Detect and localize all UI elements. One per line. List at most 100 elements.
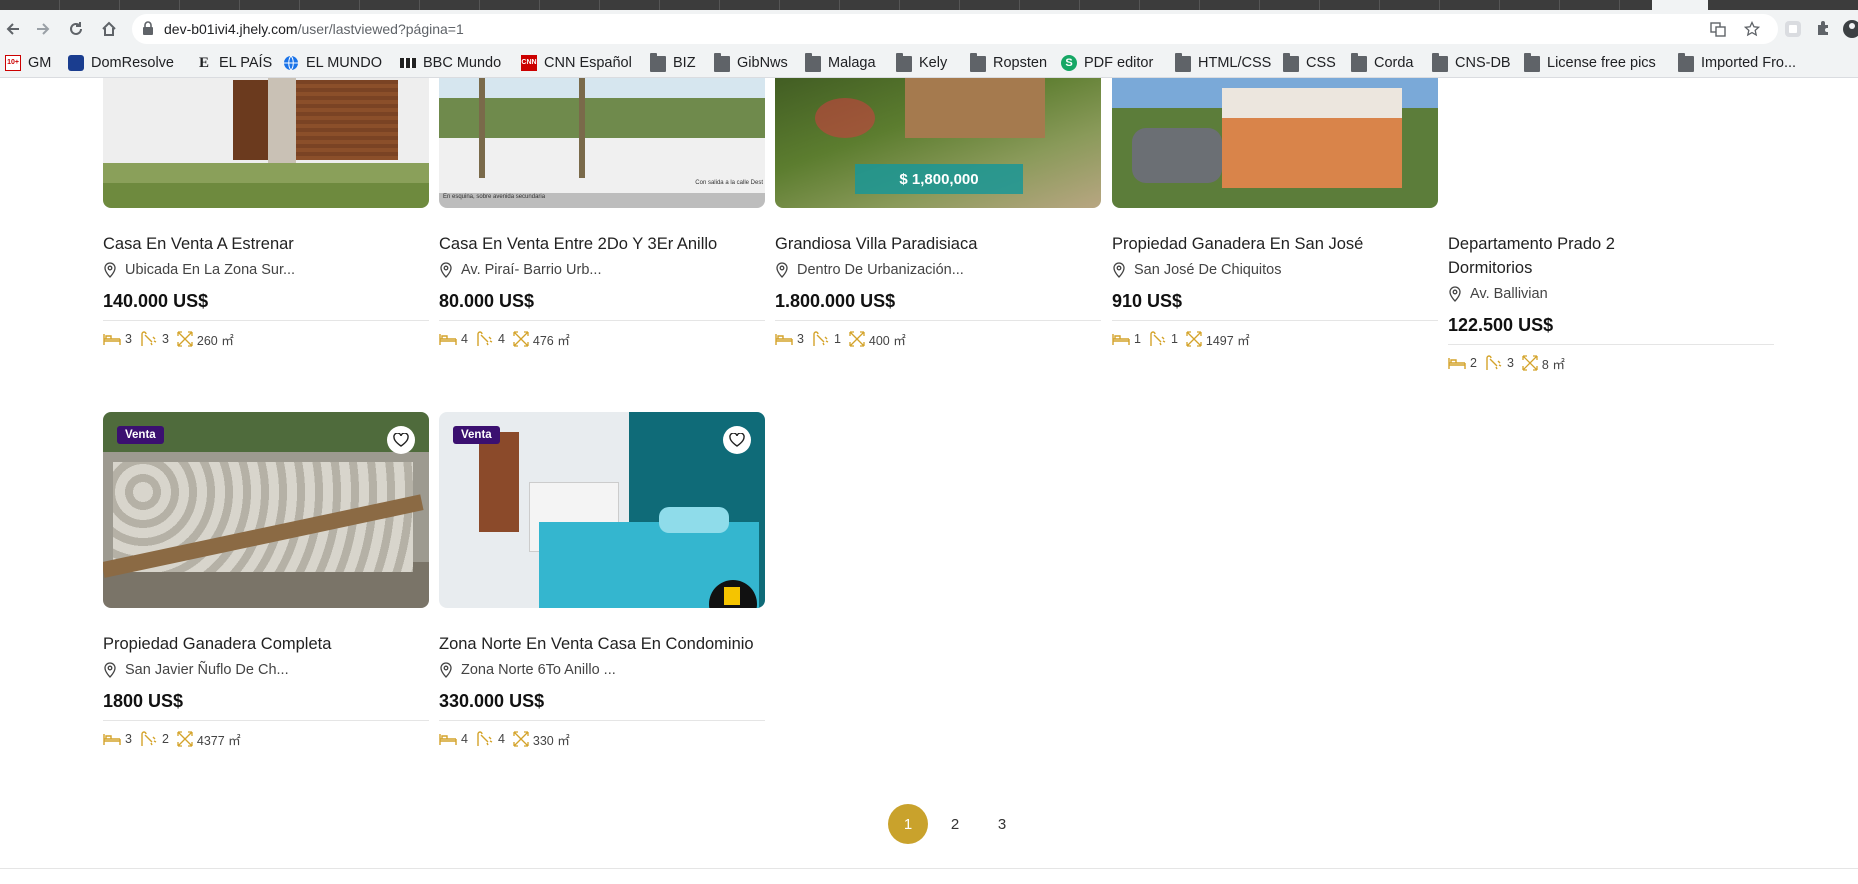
bookmark-html-css[interactable]: HTML/CSS xyxy=(1175,53,1271,73)
browser-tab[interactable] xyxy=(780,0,840,10)
bookmark-ropsten[interactable]: Ropsten xyxy=(970,53,1047,73)
browser-tab[interactable] xyxy=(360,0,420,10)
listing-features: 1 1 1497 ㎡ xyxy=(1112,329,1438,349)
bookmark-elpais[interactable]: E EL PAÍS xyxy=(196,53,272,73)
listing-card[interactable]: Propiedad Ganadera En San José San José … xyxy=(1112,78,1438,349)
bookmark-label: GM xyxy=(28,55,52,71)
area-value: 330 ㎡ xyxy=(532,733,570,748)
browser-tab[interactable] xyxy=(840,0,900,10)
bookmark-imported[interactable]: Imported Fro... xyxy=(1678,53,1796,73)
browser-tab[interactable] xyxy=(420,0,480,10)
bookmark-gm[interactable]: 10+ GM xyxy=(5,53,51,73)
feature-baths: 3 xyxy=(140,331,169,347)
browser-tab[interactable] xyxy=(1020,0,1080,10)
browser-tab[interactable] xyxy=(960,0,1020,10)
bookmark-cns-db[interactable]: CNS-DB xyxy=(1432,53,1511,73)
listing-title[interactable]: Zona Norte En Venta Casa En Condominio xyxy=(439,632,765,656)
bookmark-pdf-editor[interactable]: S PDF editor xyxy=(1061,53,1153,73)
bookmark-gibnws[interactable]: GibNws xyxy=(714,53,788,73)
listing-image[interactable]: $ 1,800,000 xyxy=(775,78,1101,208)
bookmark-cnn[interactable]: CNN CNN Español xyxy=(521,53,632,73)
pdf-editor-icon: S xyxy=(1061,55,1077,71)
bookmark-kely[interactable]: Kely xyxy=(896,53,947,73)
browser-tab[interactable] xyxy=(240,0,300,10)
address-bar[interactable]: dev-b01ivi4.jhely.com/user/lastviewed?pá… xyxy=(132,14,1778,44)
browser-tab[interactable] xyxy=(120,0,180,10)
bookmark-css[interactable]: CSS xyxy=(1283,53,1336,73)
browser-tab[interactable] xyxy=(0,0,60,10)
listing-card[interactable]: Casa En Venta A Estrenar Ubicada En La Z… xyxy=(103,78,429,349)
listing-title[interactable]: Casa En Venta A Estrenar xyxy=(103,232,429,256)
feature-area: 1497 ㎡ xyxy=(1186,330,1250,349)
listing-card[interactable]: Venta Propiedad Ganadera Completa San Ja… xyxy=(103,412,429,749)
bookmark-label: Malaga xyxy=(828,55,876,71)
browser-tab-active[interactable] xyxy=(1652,0,1708,10)
bookmark-malaga[interactable]: Malaga xyxy=(805,53,876,73)
favorite-button[interactable] xyxy=(387,426,415,454)
browser-tab[interactable] xyxy=(1200,0,1260,10)
bookmark-license-free-pics[interactable]: License free pics xyxy=(1524,53,1656,73)
browser-tab[interactable] xyxy=(180,0,240,10)
listing-location: San Javier Ñuflo De Ch... xyxy=(103,660,429,680)
listing-card[interactable]: En esquina, sobre avenida secundaria Con… xyxy=(439,78,765,349)
browser-tab[interactable] xyxy=(1080,0,1140,10)
listing-image[interactable] xyxy=(1448,78,1774,208)
browser-tab[interactable] xyxy=(1140,0,1200,10)
browser-tab[interactable] xyxy=(1500,0,1560,10)
listing-title[interactable]: Grandiosa Villa Paradisiaca xyxy=(775,232,1101,256)
domresolve-icon xyxy=(68,55,84,71)
extension-icon[interactable] xyxy=(1783,19,1803,39)
browser-tab[interactable] xyxy=(60,0,120,10)
listing-features: 3 1 400 ㎡ xyxy=(775,329,1101,349)
browser-tab[interactable] xyxy=(720,0,780,10)
home-button[interactable] xyxy=(96,16,122,42)
bookmark-label: Ropsten xyxy=(993,55,1048,71)
listing-card[interactable]: $ 1,800,000 Grandiosa Villa Paradisiaca … xyxy=(775,78,1101,349)
listing-title[interactable]: Propiedad Ganadera En San José xyxy=(1112,232,1438,256)
browser-tab[interactable] xyxy=(300,0,360,10)
listing-title[interactable]: Propiedad Ganadera Completa xyxy=(103,632,429,656)
translate-icon[interactable] xyxy=(1710,21,1726,37)
listing-title[interactable]: Casa En Venta Entre 2Do Y 3Er Anillo xyxy=(439,232,765,256)
back-button[interactable] xyxy=(0,16,26,42)
browser-tab[interactable] xyxy=(1260,0,1320,10)
area-value: 4377 ㎡ xyxy=(196,733,241,748)
elpais-icon: E xyxy=(198,55,209,71)
page-button-1[interactable]: 1 xyxy=(888,804,928,844)
browser-tab[interactable] xyxy=(540,0,600,10)
bookmark-corda[interactable]: Corda xyxy=(1351,53,1414,73)
browser-tab[interactable] xyxy=(660,0,720,10)
profile-icon[interactable] xyxy=(1842,19,1858,39)
bookmark-elmundo[interactable]: EL MUNDO xyxy=(283,53,382,73)
listing-image[interactable]: Venta xyxy=(103,412,429,608)
bookmark-bbc[interactable]: BBC Mundo xyxy=(400,53,501,73)
reload-button[interactable] xyxy=(63,16,89,42)
feature-baths: 2 xyxy=(140,731,169,747)
folder-icon xyxy=(1524,53,1540,72)
browser-tab[interactable] xyxy=(900,0,960,10)
star-icon[interactable] xyxy=(1744,21,1760,37)
favorite-button[interactable] xyxy=(723,426,751,454)
bookmark-label: Kely xyxy=(919,55,948,71)
bed-icon xyxy=(1112,334,1130,345)
listing-image[interactable] xyxy=(103,78,429,208)
listing-image[interactable]: En esquina, sobre avenida secundaria Con… xyxy=(439,78,765,208)
listing-title[interactable]: Departamento Prado 2 Dormitorios xyxy=(1448,232,1678,280)
listing-card[interactable]: Venta Zona Norte En Venta Casa En Condom… xyxy=(439,412,765,749)
browser-tab[interactable] xyxy=(600,0,660,10)
page-button-2[interactable]: 2 xyxy=(935,804,975,844)
browser-tab[interactable] xyxy=(480,0,540,10)
bookmark-domresolve[interactable]: DomResolve xyxy=(68,53,174,73)
listing-image[interactable] xyxy=(1112,78,1438,208)
listing-card[interactable]: Departamento Prado 2 Dormitorios Av. Bal… xyxy=(1448,78,1774,373)
area-value: 476 ㎡ xyxy=(532,333,570,348)
listing-image[interactable]: Venta xyxy=(439,412,765,608)
forward-button[interactable] xyxy=(30,16,56,42)
page-button-3[interactable]: 3 xyxy=(982,804,1022,844)
puzzle-icon[interactable] xyxy=(1815,19,1833,37)
bookmark-biz[interactable]: BIZ xyxy=(650,53,696,73)
browser-tab[interactable] xyxy=(1560,0,1620,10)
browser-tab[interactable] xyxy=(1320,0,1380,10)
browser-tab[interactable] xyxy=(1440,0,1500,10)
browser-tab[interactable] xyxy=(1380,0,1440,10)
